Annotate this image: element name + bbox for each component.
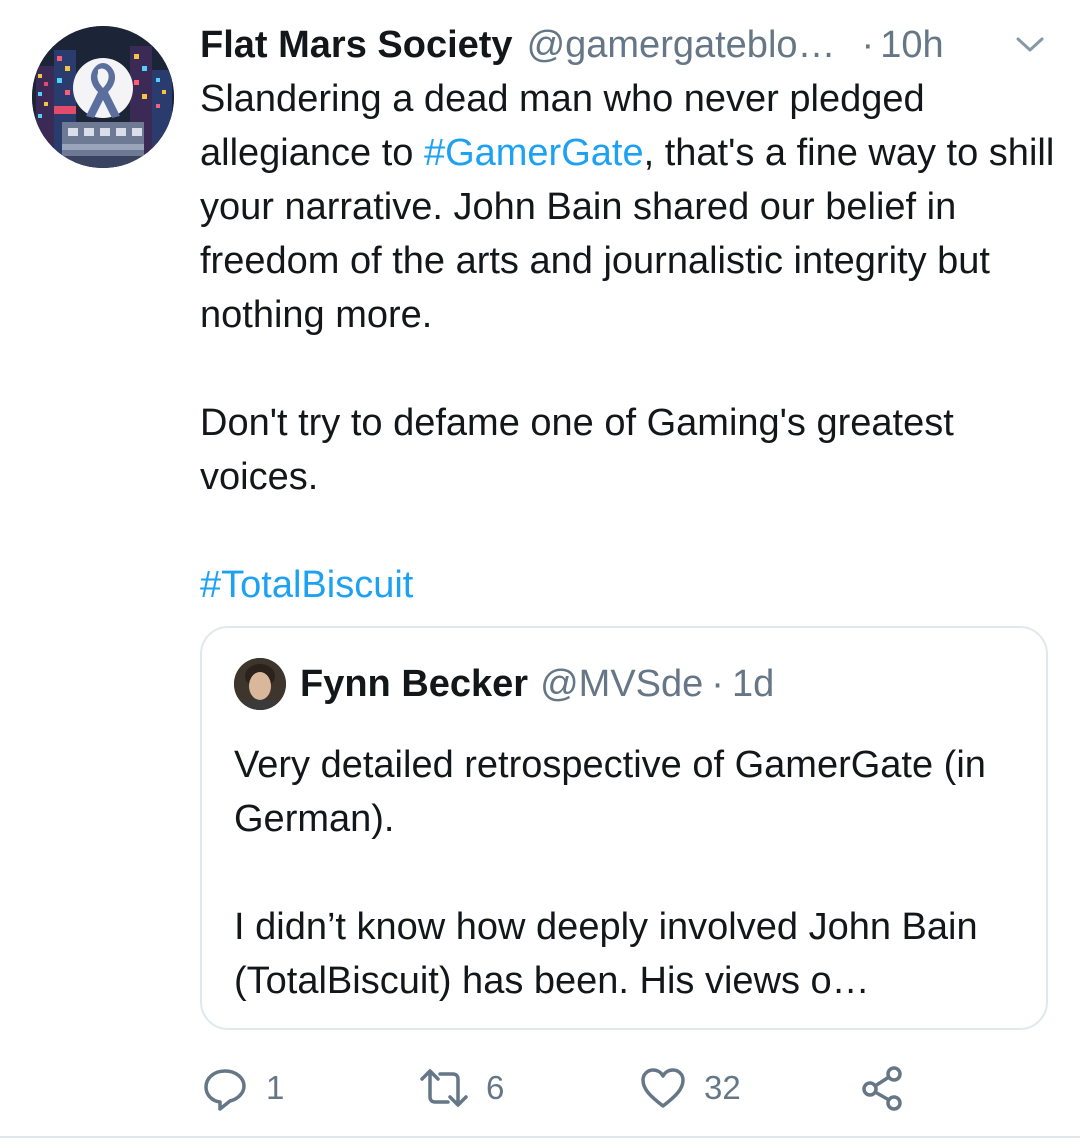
chevron-down-icon[interactable] [1012, 30, 1048, 60]
quoted-tweet-text: Very detailed retrospective of GamerGate… [234, 738, 1034, 1008]
share-button[interactable] [858, 1060, 908, 1116]
handle[interactable]: @gamergateblo… [527, 20, 836, 70]
like-count: 32 [704, 1069, 741, 1106]
hashtag-link[interactable]: #GamerGate [424, 132, 644, 174]
quoted-avatar [234, 658, 286, 710]
reply-button[interactable]: 1 [200, 1060, 284, 1116]
hashtag-link[interactable]: #TotalBiscuit [200, 564, 413, 606]
tweet-paragraph: Slandering a dead man who never pledged … [200, 72, 1060, 342]
action-bar: 1 6 32 [200, 1060, 1060, 1116]
heart-icon [641, 1068, 685, 1108]
tweet-text: Slandering a dead man who never pledged … [200, 72, 1060, 612]
quoted-avatar-photo-image [234, 658, 286, 710]
timestamp[interactable]: 10h [880, 20, 943, 70]
tweet-paragraph: #TotalBiscuit [200, 558, 1060, 612]
divider [0, 1136, 1080, 1138]
tweet[interactable]: Flat Mars Society @gamergateblo… · 10h S… [0, 0, 1080, 1146]
quoted-handle: @MVSde [540, 662, 704, 705]
like-button[interactable]: 32 [638, 1060, 741, 1116]
tweet-paragraph: Don't try to defame one of Gaming's grea… [200, 402, 954, 498]
avatar[interactable] [32, 26, 174, 168]
separator-dot: · [711, 662, 724, 705]
retweet-button[interactable]: 6 [418, 1060, 504, 1116]
quoted-paragraph: Very detailed retrospective of GamerGate… [234, 744, 986, 840]
quoted-paragraph: I didn’t know how deeply involved John B… [234, 906, 978, 1002]
quoted-tweet-card[interactable]: Fynn Becker @MVSde · 1d Very detailed re… [200, 626, 1048, 1030]
quoted-tweet-header: Fynn Becker @MVSde · 1d [234, 658, 774, 710]
reply-icon [204, 1069, 246, 1111]
share-icon [862, 1066, 902, 1111]
tweet-header: Flat Mars Society @gamergateblo… · 10h [200, 20, 1050, 70]
retweet-count: 6 [486, 1069, 505, 1106]
quoted-display-name: Fynn Becker [300, 662, 529, 705]
quoted-timestamp: 1d [731, 662, 775, 705]
reply-count: 1 [266, 1069, 285, 1106]
separator-dot: · [861, 24, 875, 66]
display-name[interactable]: Flat Mars Society [200, 20, 513, 70]
avatar-pixel-city-ribbon-image [32, 26, 174, 168]
retweet-icon [420, 1069, 468, 1107]
